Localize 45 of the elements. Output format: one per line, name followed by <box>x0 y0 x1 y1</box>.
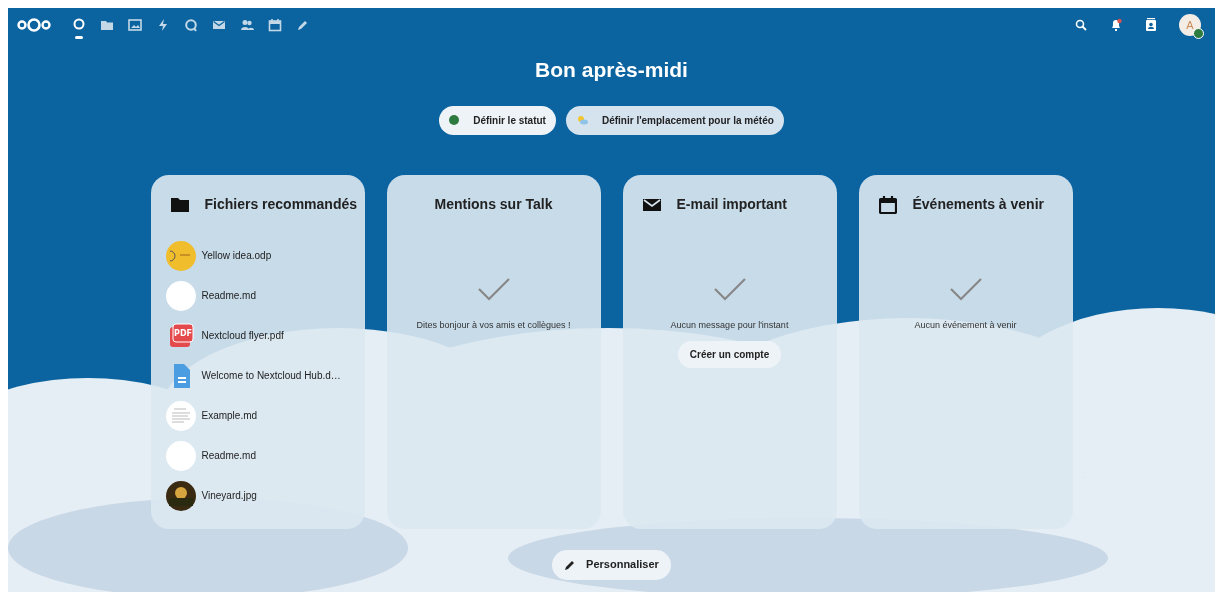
checkmark-icon <box>712 276 747 301</box>
set-weather-location-button[interactable]: Définir l'emplacement pour la météo <box>565 105 784 135</box>
calendar-icon <box>878 195 897 214</box>
customize-button[interactable]: Personnaliser <box>552 549 671 580</box>
dashboard-icon <box>72 18 86 32</box>
file-item[interactable]: Yellow idea.odp <box>165 240 350 271</box>
widget-title: E-mail important <box>676 195 787 214</box>
pencil-icon <box>296 18 310 32</box>
checkmark-icon <box>476 276 511 301</box>
search-icon <box>1075 19 1087 31</box>
envelope-icon <box>212 18 226 32</box>
sun-cloud-icon <box>575 115 588 125</box>
bell-icon <box>1109 18 1123 32</box>
contact-card-icon <box>1145 18 1157 32</box>
greeting-title: Bon après-midi <box>535 57 688 83</box>
logo <box>16 17 52 33</box>
blank-thumbnail <box>165 440 196 471</box>
widget-title: Fichiers recommandés <box>204 195 357 214</box>
empty-message: Dites bonjour à vos amis et collègues ! <box>415 318 572 332</box>
file-item[interactable]: Example.md <box>165 400 350 431</box>
people-icon <box>240 18 254 32</box>
empty-message: Aucun message pour l'instant <box>669 318 790 332</box>
checkmark-icon <box>948 276 983 301</box>
file-item[interactable]: Vineyard.jpg <box>165 480 350 511</box>
image-icon <box>128 18 142 32</box>
photo-placeholder <box>165 480 196 511</box>
set-status-button[interactable]: Définir le statut <box>439 105 556 135</box>
file-item[interactable]: Welcome to Nextcloud Hub.d… <box>165 360 350 391</box>
pencil-icon <box>564 558 577 571</box>
calendar-icon <box>268 18 282 32</box>
file-item[interactable]: PDF Nextcloud flyer.pdf <box>165 320 350 351</box>
blank-thumbnail <box>165 280 196 311</box>
speech-bubble-icon <box>184 18 198 32</box>
file-item[interactable]: Readme.md <box>165 280 350 311</box>
widget-title: Événements à venir <box>912 195 1044 214</box>
create-account-button[interactable]: Créer un compte <box>677 341 782 368</box>
slide-thumbnail <box>165 240 196 271</box>
file-item[interactable]: Readme.md <box>165 440 350 471</box>
lightning-icon <box>156 18 170 32</box>
text-thumbnail <box>165 400 196 431</box>
folder-icon <box>170 195 189 214</box>
status-dot-icon <box>449 115 460 125</box>
folder-icon <box>100 18 114 32</box>
widget-title: Mentions sur Talk <box>434 195 553 214</box>
empty-message: Aucun événement à venir <box>913 318 1018 332</box>
